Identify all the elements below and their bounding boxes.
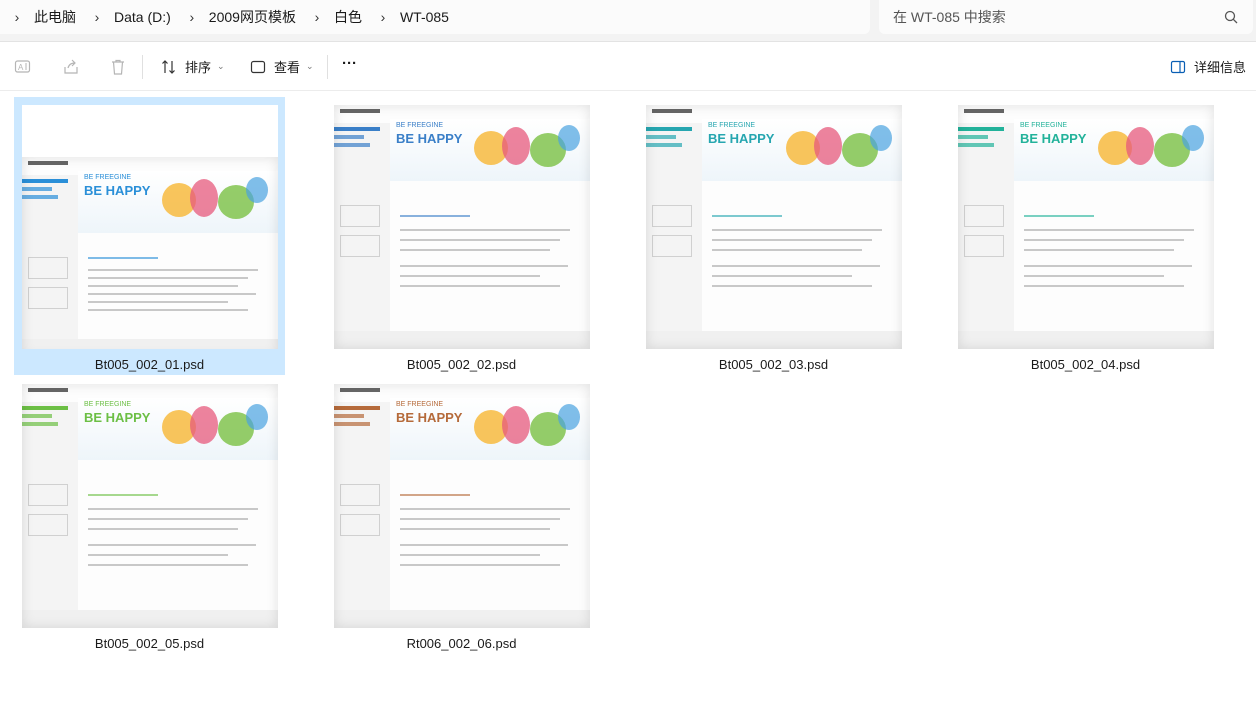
sort-button[interactable]: 排序 ⌄: [161, 57, 225, 76]
file-name: Bt005_002_01.psd: [94, 357, 205, 372]
details-pane-icon: [1170, 60, 1186, 73]
file-item[interactable]: BE FREEGINE BE HAPPY Bt005_002_01.psd: [14, 97, 285, 375]
file-thumbnail: BE FREEGINE BE HAPPY: [646, 105, 902, 349]
view-label: 查看: [274, 60, 301, 75]
breadcrumb-label: WT-085: [399, 9, 449, 25]
file-name: Bt005_002_02.psd: [406, 357, 517, 372]
command-bar: A 排序 ⌄ 查看 ⌄ ··· 详细信息: [0, 43, 1256, 91]
file-name: Bt005_002_05.psd: [94, 636, 205, 651]
breadcrumb-label: 2009网页模板: [208, 9, 296, 25]
chevron-right-icon[interactable]: ›: [370, 9, 396, 25]
chevron-right-icon[interactable]: ›: [179, 9, 205, 25]
file-thumbnail: BE FREEGINE BE HAPPY: [22, 384, 278, 628]
chevron-right-icon[interactable]: ›: [84, 9, 110, 25]
breadcrumb-item-2009-templates[interactable]: 2009网页模板 ›: [205, 7, 330, 27]
psd-preview: BE FREEGINE BE HAPPY: [22, 384, 278, 628]
more-options-button[interactable]: ···: [342, 55, 357, 72]
address-bar-region: › 此电脑 › Data (D:) › 2009网页模板 › 白色 › WT-0…: [0, 0, 1256, 42]
sort-icon: [162, 59, 175, 74]
file-item[interactable]: BE FREEGINE BE HAPPY Bt005_002_03.psd: [638, 97, 909, 375]
psd-preview: BE FREEGINE BE HAPPY: [958, 105, 1214, 349]
chevron-right-icon[interactable]: ›: [4, 9, 30, 25]
search-placeholder: 在 WT-085 中搜索: [893, 9, 1006, 25]
psd-preview: BE FREEGINE BE HAPPY: [334, 105, 590, 349]
preview-shadow: [646, 105, 902, 349]
breadcrumb-label: 此电脑: [34, 9, 76, 25]
search-icon[interactable]: [1223, 9, 1239, 25]
preview-shadow: [22, 157, 278, 349]
preview-shadow: [334, 384, 590, 628]
view-button[interactable]: 查看 ⌄: [250, 57, 314, 76]
sort-label: 排序: [185, 60, 212, 75]
file-name: Bt005_002_03.psd: [718, 357, 829, 372]
toolbar-divider: [327, 55, 328, 79]
breadcrumb-item-white[interactable]: 白色 ›: [330, 7, 396, 27]
delete-icon[interactable]: [109, 58, 127, 76]
file-name: Rt006_002_06.psd: [406, 636, 517, 651]
file-thumbnail: BE FREEGINE BE HAPPY: [334, 105, 590, 349]
breadcrumb-label: Data (D:): [114, 9, 171, 25]
file-item[interactable]: BE FREEGINE BE HAPPY Bt005_002_02.psd: [326, 97, 597, 375]
preview-shadow: [334, 105, 590, 349]
details-pane-button[interactable]: 详细信息: [1170, 57, 1246, 76]
toolbar-divider: [142, 55, 143, 79]
chevron-down-icon: ⌄: [306, 61, 314, 71]
view-icon: [250, 60, 266, 73]
breadcrumb-root[interactable]: ›: [4, 9, 30, 25]
preview-shadow: [22, 384, 278, 628]
breadcrumb-label: 白色: [333, 9, 362, 25]
rename-icon[interactable]: A: [14, 58, 32, 76]
svg-text:A: A: [18, 63, 24, 72]
chevron-down-icon: ⌄: [217, 61, 225, 71]
file-thumbnail: BE FREEGINE BE HAPPY: [22, 105, 278, 349]
preview-shadow: [958, 105, 1214, 349]
address-bar[interactable]: › 此电脑 › Data (D:) › 2009网页模板 › 白色 › WT-0…: [0, 0, 870, 34]
search-input[interactable]: 在 WT-085 中搜索: [879, 0, 1253, 34]
psd-preview: BE FREEGINE BE HAPPY: [334, 384, 590, 628]
file-item[interactable]: BE FREEGINE BE HAPPY Bt005_002_05.psd: [14, 376, 285, 654]
chevron-right-icon[interactable]: ›: [304, 9, 330, 25]
psd-preview: BE FREEGINE BE HAPPY: [646, 105, 902, 349]
file-name: Bt005_002_04.psd: [1030, 357, 1141, 372]
breadcrumb-item-this-pc[interactable]: 此电脑 ›: [30, 7, 110, 27]
details-label: 详细信息: [1194, 60, 1247, 75]
file-thumbnail: BE FREEGINE BE HAPPY: [334, 384, 590, 628]
breadcrumb-item-data-drive[interactable]: Data (D:) ›: [110, 9, 205, 25]
file-item[interactable]: BE FREEGINE BE HAPPY Rt006_002_06.psd: [326, 376, 597, 654]
psd-preview: BE FREEGINE BE HAPPY: [22, 157, 278, 349]
share-icon[interactable]: [62, 58, 80, 76]
breadcrumb-item-wt-085[interactable]: WT-085: [396, 9, 457, 25]
file-item[interactable]: BE FREEGINE BE HAPPY Bt005_002_04.psd: [950, 97, 1221, 375]
more-label: ···: [342, 55, 357, 72]
file-thumbnail: BE FREEGINE BE HAPPY: [958, 105, 1214, 349]
